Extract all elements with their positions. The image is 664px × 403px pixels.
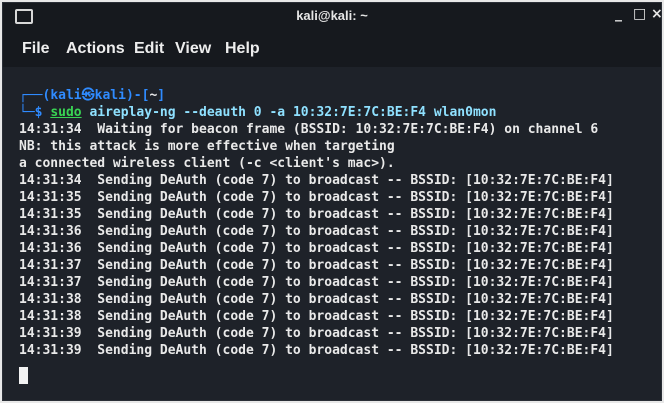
output-line: 14:31:34 Sending DeAuth (code 7) to broa… bbox=[19, 173, 614, 188]
terminal-output[interactable]: ┌──(kali㉿kali)-[~] └─$ sudo aireplay-ng … bbox=[3, 67, 661, 400]
prompt-close-cwd: ] bbox=[157, 88, 166, 103]
prompt-user: kali bbox=[50, 88, 82, 103]
menu-view[interactable]: View bbox=[175, 40, 211, 58]
menu-bar: File Actions Edit View Help bbox=[3, 31, 661, 67]
terminal-window: kali@kali: ~ _ □ × File Actions Edit Vie… bbox=[2, 2, 662, 401]
output-line: 14:31:34 Waiting for beacon frame (BSSID… bbox=[19, 122, 599, 137]
menu-actions[interactable]: Actions bbox=[66, 40, 125, 58]
output-line: 14:31:37 Sending DeAuth (code 7) to broa… bbox=[19, 275, 614, 290]
output-line: 14:31:36 Sending DeAuth (code 7) to broa… bbox=[19, 224, 614, 239]
prompt-at-icon: ㉿ bbox=[81, 88, 95, 103]
prompt-line-top: ┌──(kali㉿kali)-[~] bbox=[19, 87, 165, 104]
close-button[interactable]: × bbox=[651, 6, 661, 22]
command-text: aireplay-ng --deauth 0 -a 10:32:7E:7C:BE… bbox=[81, 105, 497, 120]
prompt-line-command: └─$ sudo aireplay-ng --deauth 0 -a 10:32… bbox=[19, 104, 496, 121]
window-title: kali@kali: ~ bbox=[296, 8, 368, 23]
output-line: 14:31:35 Sending DeAuth (code 7) to broa… bbox=[19, 190, 614, 205]
output-line: 14:31:38 Sending DeAuth (code 7) to broa… bbox=[19, 292, 614, 307]
output-line: NB: this attack is more effective when t… bbox=[19, 139, 395, 154]
menu-help[interactable]: Help bbox=[225, 40, 260, 58]
menu-edit[interactable]: Edit bbox=[134, 40, 164, 58]
output-line: 14:31:36 Sending DeAuth (code 7) to broa… bbox=[19, 241, 614, 256]
title-bar[interactable]: kali@kali: ~ _ □ × bbox=[3, 3, 661, 31]
maximize-button[interactable]: □ bbox=[633, 6, 646, 22]
prompt-close-user: )-[ bbox=[125, 88, 150, 103]
output-line: 14:31:37 Sending DeAuth (code 7) to broa… bbox=[19, 258, 614, 273]
output-line: 14:31:39 Sending DeAuth (code 7) to broa… bbox=[19, 326, 614, 341]
output-line: 14:31:39 Sending DeAuth (code 7) to broa… bbox=[19, 343, 614, 358]
command-sudo: sudo bbox=[50, 105, 82, 120]
output-line: a connected wireless client (-c <client'… bbox=[19, 156, 395, 171]
prompt-corner-top: ┌──( bbox=[19, 88, 51, 103]
output-line: 14:31:38 Sending DeAuth (code 7) to broa… bbox=[19, 309, 614, 324]
prompt-corner-bottom: └─ bbox=[19, 105, 35, 120]
menu-file[interactable]: File bbox=[22, 40, 50, 58]
terminal-cursor bbox=[19, 367, 28, 384]
output-line: 14:31:35 Sending DeAuth (code 7) to broa… bbox=[19, 207, 614, 222]
prompt-dollar: $ bbox=[34, 105, 51, 120]
minimize-button[interactable]: _ bbox=[615, 6, 622, 22]
prompt-host: kali bbox=[94, 88, 126, 103]
